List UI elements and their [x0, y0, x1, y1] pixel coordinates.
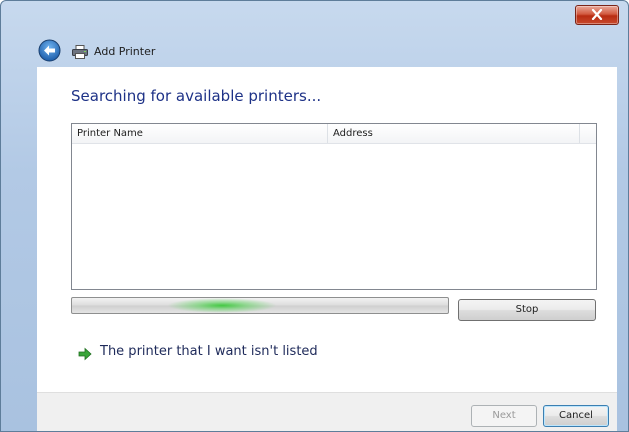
close-button[interactable] [575, 5, 619, 25]
back-arrow-icon [38, 39, 61, 62]
content-area: Searching for available printers... Prin… [37, 67, 617, 392]
cancel-button[interactable]: Cancel [543, 405, 609, 427]
window-title: Add Printer [94, 45, 156, 58]
add-printer-window: Add Printer Searching for available prin… [0, 0, 629, 432]
close-icon [591, 9, 603, 20]
printer-icon [72, 44, 88, 59]
search-progress-bar [71, 297, 449, 314]
printer-list[interactable]: Printer Name Address [71, 123, 597, 290]
stop-button[interactable]: Stop [458, 299, 596, 321]
green-arrow-icon [78, 347, 92, 361]
link-label[interactable]: The printer that I want isn't listed [100, 344, 318, 359]
column-header-printer-name[interactable]: Printer Name [72, 124, 328, 143]
progress-indicator [167, 298, 277, 313]
footer-bar: Next Cancel [37, 392, 617, 431]
column-header-address[interactable]: Address [328, 124, 580, 143]
back-button[interactable] [38, 39, 61, 62]
list-header: Printer Name Address [72, 124, 596, 144]
page-heading: Searching for available printers... [71, 87, 322, 105]
next-button[interactable]: Next [471, 405, 537, 427]
title-bar: Add Printer [1, 1, 628, 67]
